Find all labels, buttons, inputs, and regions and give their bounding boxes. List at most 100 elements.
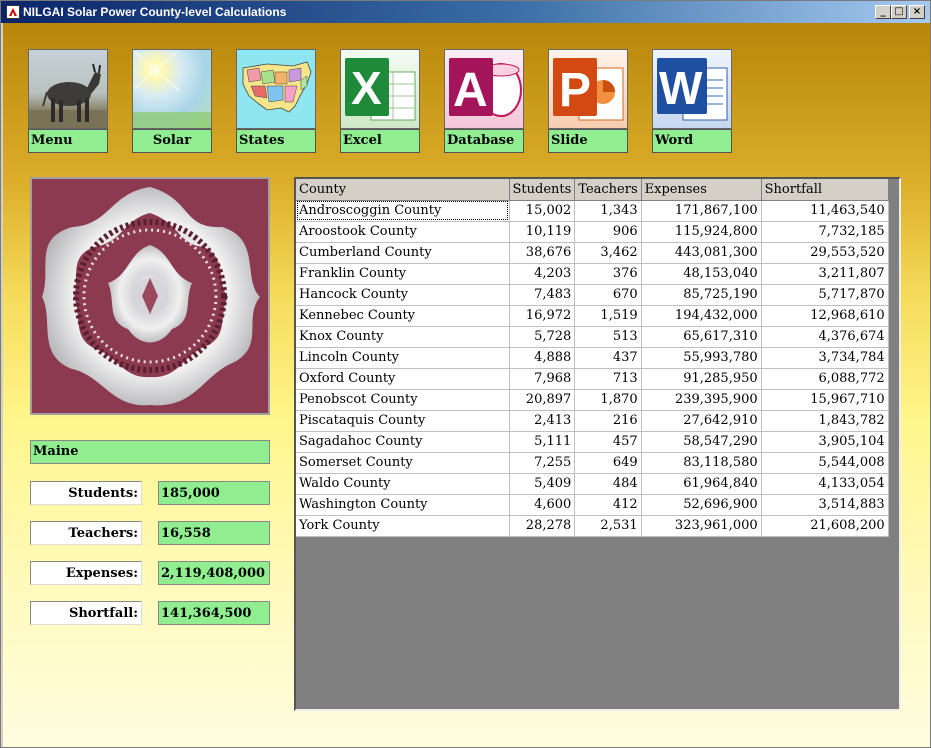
table-row[interactable]: Washington County 4,600 412 52,696,900 3,514… — [296, 494, 889, 516]
county-cell[interactable]: Washington County — [296, 494, 510, 516]
students-cell[interactable]: 28,278 — [509, 515, 576, 537]
county-cell[interactable]: Somerset County — [296, 452, 510, 474]
column-header-expenses[interactable]: Expenses — [641, 179, 762, 201]
powerpoint-icon[interactable]: P — [548, 49, 628, 129]
teachers-cell[interactable]: 713 — [574, 368, 642, 390]
teachers-cell[interactable]: 457 — [574, 431, 642, 453]
shortfall-cell[interactable]: 21,608,200 — [761, 515, 889, 537]
students-cell[interactable]: 20,897 — [509, 389, 576, 411]
column-header-shortfall[interactable]: Shortfall — [761, 179, 889, 201]
table-row[interactable]: Somerset County 7,255 649 83,118,580 5,544,0… — [296, 452, 889, 474]
expenses-cell[interactable]: 171,867,100 — [641, 200, 762, 222]
sun-icon[interactable] — [132, 49, 212, 129]
column-header-students[interactable]: Students — [509, 179, 576, 201]
expenses-cell[interactable]: 52,696,900 — [641, 494, 762, 516]
expenses-cell[interactable]: 27,642,910 — [641, 410, 762, 432]
county-cell[interactable]: Penobscot County — [296, 389, 510, 411]
teachers-cell[interactable]: 1,870 — [574, 389, 642, 411]
students-cell[interactable]: 4,600 — [509, 494, 576, 516]
teachers-cell[interactable]: 1,519 — [574, 305, 642, 327]
us-map-icon[interactable] — [236, 49, 316, 129]
students-cell[interactable]: 5,111 — [509, 431, 576, 453]
expenses-cell[interactable]: 65,617,310 — [641, 326, 762, 348]
expenses-cell[interactable]: 194,432,000 — [641, 305, 762, 327]
expenses-cell[interactable]: 239,395,900 — [641, 389, 762, 411]
word-button[interactable]: W Word — [652, 49, 732, 153]
teachers-cell[interactable]: 484 — [574, 473, 642, 495]
solar-button[interactable]: Solar — [132, 49, 212, 153]
table-row[interactable]: Kennebec County 16,972 1,519 194,432,000 12,… — [296, 305, 889, 327]
shortfall-cell[interactable]: 3,514,883 — [761, 494, 889, 516]
table-row[interactable]: Cumberland County 38,676 3,462 443,081,300 2… — [296, 242, 889, 264]
county-cell[interactable]: Lincoln County — [296, 347, 510, 369]
shortfall-cell[interactable]: 4,133,054 — [761, 473, 889, 495]
access-icon[interactable]: A — [444, 49, 524, 129]
county-cell[interactable]: Hancock County — [296, 284, 510, 306]
word-icon[interactable]: W — [652, 49, 732, 129]
table-row[interactable]: Franklin County 4,203 376 48,153,040 3,211,8… — [296, 263, 889, 285]
teachers-cell[interactable]: 649 — [574, 452, 642, 474]
shortfall-cell[interactable]: 5,717,870 — [761, 284, 889, 306]
table-row[interactable]: York County 28,278 2,531 323,961,000 21,608,… — [296, 515, 889, 537]
teachers-cell[interactable]: 437 — [574, 347, 642, 369]
expenses-cell[interactable]: 85,725,190 — [641, 284, 762, 306]
table-row[interactable]: Lincoln County 4,888 437 55,993,780 3,734,78… — [296, 347, 889, 369]
table-row[interactable]: Androscoggin County 15,002 1,343 171,867,10… — [296, 200, 889, 222]
excel-button[interactable]: X Excel — [340, 49, 420, 153]
shortfall-cell[interactable]: 3,734,784 — [761, 347, 889, 369]
table-row[interactable]: Hancock County 7,483 670 85,725,190 5,717,87… — [296, 284, 889, 306]
students-cell[interactable]: 15,002 — [509, 200, 576, 222]
county-cell[interactable]: Piscataquis County — [296, 410, 510, 432]
column-header-teachers[interactable]: Teachers — [574, 179, 642, 201]
shortfall-cell[interactable]: 1,843,782 — [761, 410, 889, 432]
states-button[interactable]: States — [236, 49, 316, 153]
county-cell[interactable]: Oxford County — [296, 368, 510, 390]
excel-icon[interactable]: X — [340, 49, 420, 129]
table-row[interactable]: Knox County 5,728 513 65,617,310 4,376,674 — [296, 326, 889, 348]
column-header-county[interactable]: County — [296, 179, 510, 201]
app-icon[interactable] — [6, 5, 20, 19]
database-button[interactable]: A Database — [444, 49, 524, 153]
teachers-cell[interactable]: 3,462 — [574, 242, 642, 264]
slide-button[interactable]: P Slide — [548, 49, 628, 153]
county-cell[interactable]: Androscoggin County — [296, 200, 510, 222]
table-row[interactable]: Waldo County 5,409 484 61,964,840 4,133,054 — [296, 473, 889, 495]
students-cell[interactable]: 7,483 — [509, 284, 576, 306]
shortfall-cell[interactable]: 3,905,104 — [761, 431, 889, 453]
maximize-button[interactable]: □ — [891, 5, 907, 19]
teachers-cell[interactable]: 2,531 — [574, 515, 642, 537]
county-cell[interactable]: Cumberland County — [296, 242, 510, 264]
expenses-cell[interactable]: 48,153,040 — [641, 263, 762, 285]
expenses-cell[interactable]: 323,961,000 — [641, 515, 762, 537]
shortfall-cell[interactable]: 6,088,772 — [761, 368, 889, 390]
students-cell[interactable]: 5,409 — [509, 473, 576, 495]
teachers-cell[interactable]: 376 — [574, 263, 642, 285]
shortfall-cell[interactable]: 29,553,520 — [761, 242, 889, 264]
title-bar[interactable]: NILGAI Solar Power County-level Calculat… — [1, 1, 930, 23]
county-data-grid[interactable]: County Students Teachers Expenses Shortf… — [294, 177, 901, 711]
county-cell[interactable]: Sagadahoc County — [296, 431, 510, 453]
teachers-cell[interactable]: 670 — [574, 284, 642, 306]
county-cell[interactable]: Franklin County — [296, 263, 510, 285]
shortfall-cell[interactable]: 12,968,610 — [761, 305, 889, 327]
county-cell[interactable]: Knox County — [296, 326, 510, 348]
minimize-button[interactable]: _ — [875, 5, 891, 19]
teachers-cell[interactable]: 513 — [574, 326, 642, 348]
shortfall-cell[interactable]: 15,967,710 — [761, 389, 889, 411]
county-cell[interactable]: Aroostook County — [296, 221, 510, 243]
table-row[interactable]: Penobscot County 20,897 1,870 239,395,900 15… — [296, 389, 889, 411]
expenses-cell[interactable]: 115,924,800 — [641, 221, 762, 243]
county-cell[interactable]: Waldo County — [296, 473, 510, 495]
shortfall-cell[interactable]: 3,211,807 — [761, 263, 889, 285]
shortfall-cell[interactable]: 4,376,674 — [761, 326, 889, 348]
expenses-cell[interactable]: 83,118,580 — [641, 452, 762, 474]
table-row[interactable]: Oxford County 7,968 713 91,285,950 6,088,772 — [296, 368, 889, 390]
expenses-cell[interactable]: 61,964,840 — [641, 473, 762, 495]
teachers-cell[interactable]: 1,343 — [574, 200, 642, 222]
teachers-cell[interactable]: 216 — [574, 410, 642, 432]
nilgai-antelope-photo[interactable] — [28, 49, 108, 129]
expenses-cell[interactable]: 91,285,950 — [641, 368, 762, 390]
table-row[interactable]: Aroostook County 10,119 906 115,924,800 7,73… — [296, 221, 889, 243]
teachers-cell[interactable]: 412 — [574, 494, 642, 516]
students-cell[interactable]: 4,203 — [509, 263, 576, 285]
